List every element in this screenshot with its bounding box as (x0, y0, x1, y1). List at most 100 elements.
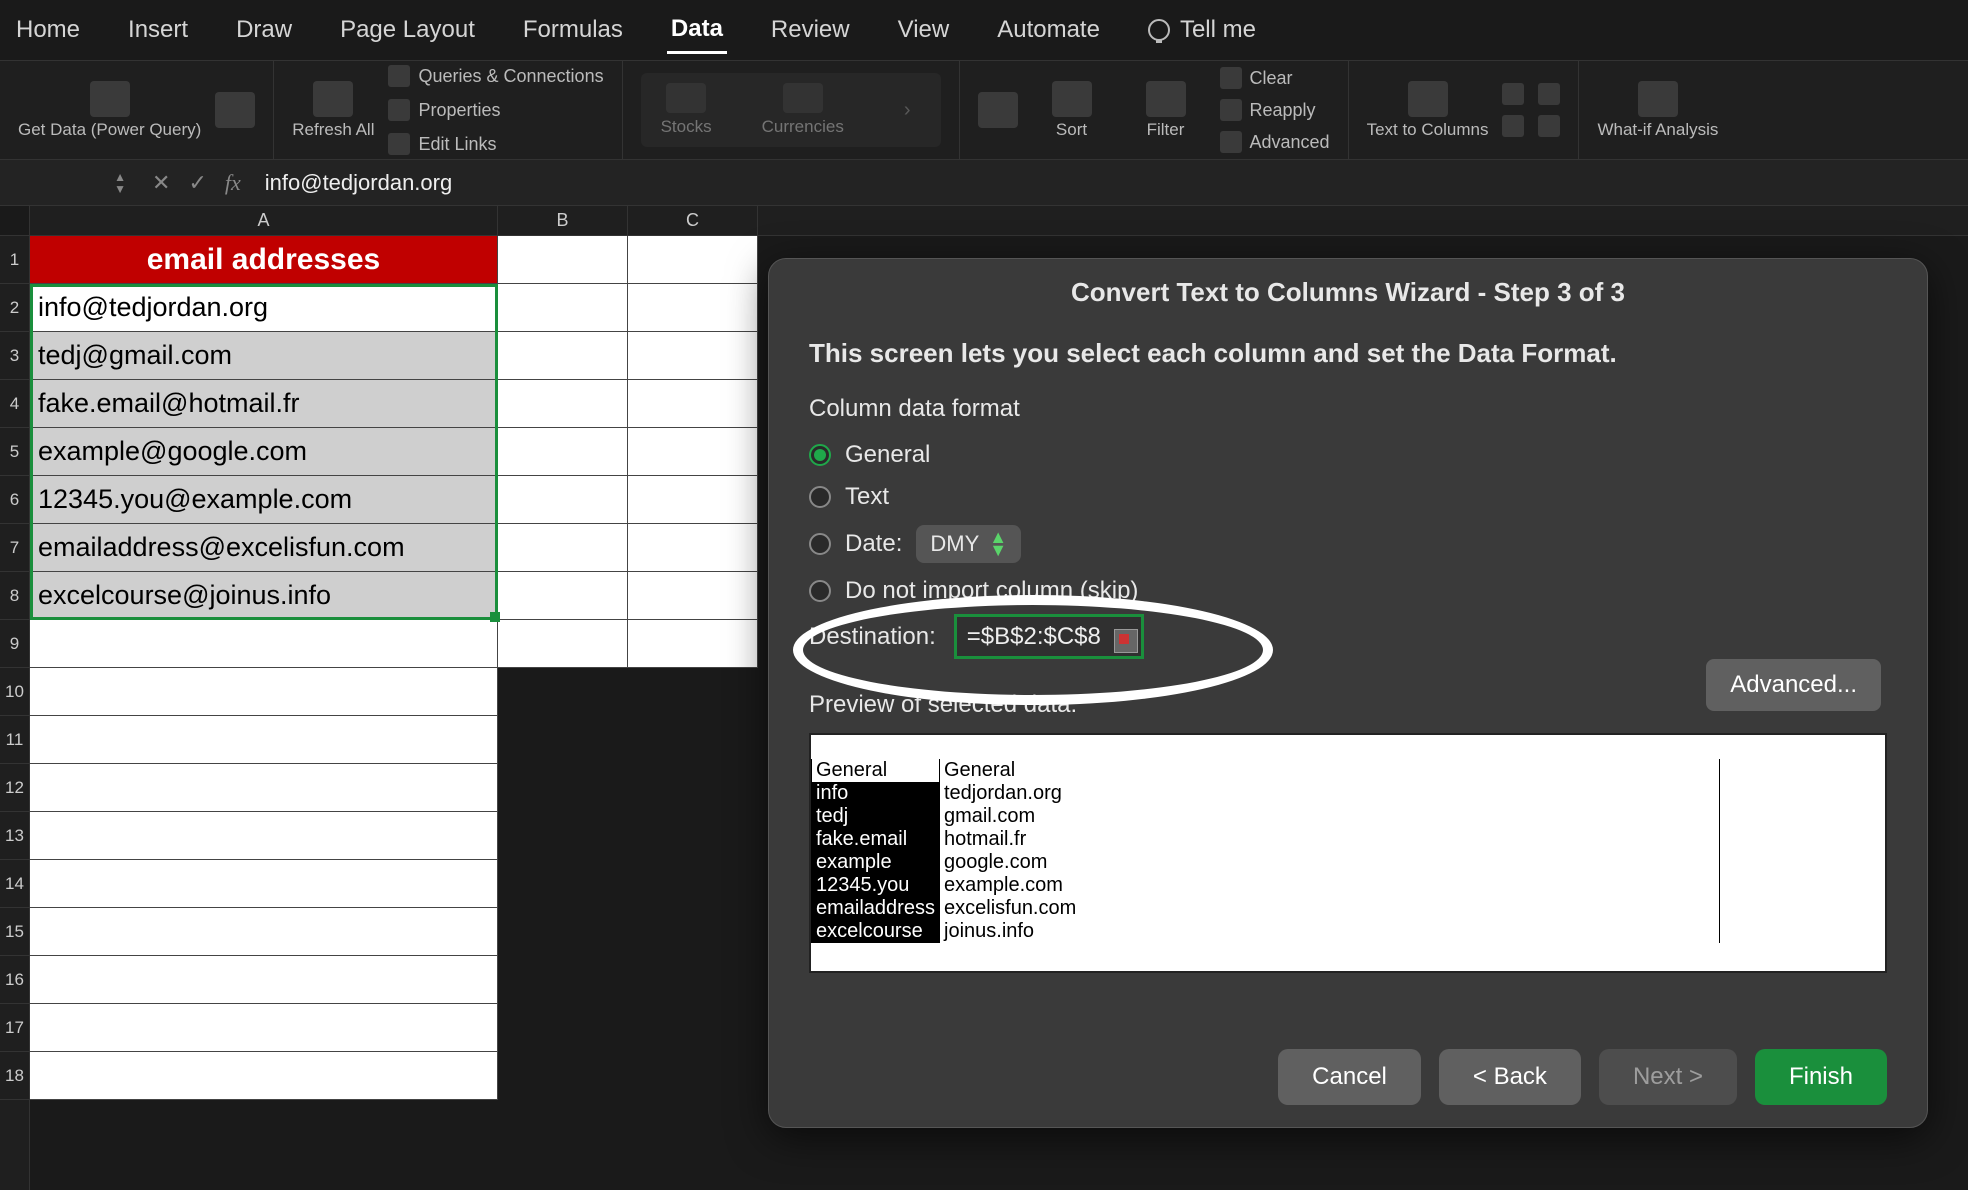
cell-a17[interactable] (30, 1004, 498, 1052)
tab-automate[interactable]: Automate (993, 8, 1104, 52)
row-header-6[interactable]: 6 (0, 476, 29, 524)
confirm-edit-icon[interactable]: ✓ (188, 170, 206, 196)
select-all-corner[interactable] (0, 206, 29, 236)
refresh-all-button[interactable]: Refresh All (292, 81, 374, 140)
cell-a10[interactable] (30, 668, 498, 716)
cell-a15[interactable] (30, 908, 498, 956)
cancel-edit-icon[interactable]: ✕ (152, 170, 170, 196)
row-header-15[interactable]: 15 (0, 908, 29, 956)
tab-page-layout[interactable]: Page Layout (336, 8, 479, 52)
fx-icon[interactable]: fx (225, 170, 241, 196)
range-picker-icon[interactable] (1114, 629, 1138, 653)
cell-a8[interactable]: excelcourse@joinus.info (30, 572, 498, 620)
cell-b1[interactable] (498, 236, 628, 284)
cell-b7[interactable] (498, 524, 628, 572)
data-validation-button[interactable] (1538, 81, 1560, 107)
tab-view[interactable]: View (894, 8, 954, 52)
cell-a16[interactable] (30, 956, 498, 1004)
row-header-18[interactable]: 18 (0, 1052, 29, 1100)
cell-b2[interactable] (498, 284, 628, 332)
cell-c7[interactable] (628, 524, 758, 572)
cell-a3[interactable]: tedj@gmail.com (30, 332, 498, 380)
cell-a11[interactable] (30, 716, 498, 764)
preview-pane[interactable]: GeneralGeneralinfotedjordan.orgtedjgmail… (809, 733, 1887, 973)
row-header-13[interactable]: 13 (0, 812, 29, 860)
radio-skip[interactable]: Do not import column (skip) (809, 577, 1887, 605)
tab-data[interactable]: Data (667, 7, 727, 54)
cell-a1[interactable]: email addresses (30, 236, 498, 284)
row-header-9[interactable]: 9 (0, 620, 29, 668)
row-header-7[interactable]: 7 (0, 524, 29, 572)
data-types-gallery[interactable]: Stocks Currencies › (641, 73, 941, 147)
consolidate-button[interactable] (1538, 113, 1560, 139)
cell-c1[interactable] (628, 236, 758, 284)
row-header-17[interactable]: 17 (0, 1004, 29, 1052)
cell-c5[interactable] (628, 428, 758, 476)
cell-a7[interactable]: emailaddress@excelisfun.com (30, 524, 498, 572)
sort-az-button[interactable] (978, 92, 1018, 128)
name-box[interactable]: ▲▼ (0, 171, 140, 195)
filter-button[interactable]: Filter (1126, 81, 1206, 140)
row-header-4[interactable]: 4 (0, 380, 29, 428)
cell-c2[interactable] (628, 284, 758, 332)
advanced-filter-button[interactable]: Advanced (1220, 129, 1330, 155)
tab-insert[interactable]: Insert (124, 8, 192, 52)
cell-a13[interactable] (30, 812, 498, 860)
col-header-b[interactable]: B (498, 206, 628, 235)
cell-b3[interactable] (498, 332, 628, 380)
queries-connections-button[interactable]: Queries & Connections (388, 63, 603, 89)
row-header-1[interactable]: 1 (0, 236, 29, 284)
what-if-button[interactable]: What-if Analysis (1597, 81, 1718, 140)
text-to-columns-button[interactable]: Text to Columns (1367, 81, 1489, 140)
cancel-button[interactable]: Cancel (1278, 1049, 1421, 1105)
date-format-select[interactable]: DMY ▲▼ (916, 525, 1021, 563)
col-header-a[interactable]: A (30, 206, 498, 235)
tab-formulas[interactable]: Formulas (519, 8, 627, 52)
reapply-button[interactable]: Reapply (1220, 97, 1330, 123)
row-header-8[interactable]: 8 (0, 572, 29, 620)
col-header-c[interactable]: C (628, 206, 758, 235)
radio-general[interactable]: General (809, 441, 1887, 469)
flash-fill-button[interactable] (1502, 81, 1524, 107)
cell-b6[interactable] (498, 476, 628, 524)
row-header-2[interactable]: 2 (0, 284, 29, 332)
tell-me[interactable]: Tell me (1144, 8, 1260, 52)
properties-button[interactable]: Properties (388, 97, 603, 123)
cell-c9[interactable] (628, 620, 758, 668)
cell-a6[interactable]: 12345.you@example.com (30, 476, 498, 524)
remove-dupes-button[interactable] (1502, 113, 1524, 139)
row-header-10[interactable]: 10 (0, 668, 29, 716)
cell-c6[interactable] (628, 476, 758, 524)
cell-a14[interactable] (30, 860, 498, 908)
cell-b4[interactable] (498, 380, 628, 428)
cell-a18[interactable] (30, 1052, 498, 1100)
get-data-button[interactable]: Get Data (Power Query) (18, 81, 201, 140)
cell-b5[interactable] (498, 428, 628, 476)
row-header-11[interactable]: 11 (0, 716, 29, 764)
cell-c3[interactable] (628, 332, 758, 380)
cell-b8[interactable] (498, 572, 628, 620)
cell-a4[interactable]: fake.email@hotmail.fr (30, 380, 498, 428)
cell-b9[interactable] (498, 620, 628, 668)
cell-a5[interactable]: example@google.com (30, 428, 498, 476)
edit-links-button[interactable]: Edit Links (388, 131, 603, 157)
cell-a9[interactable] (30, 620, 498, 668)
back-button[interactable]: < Back (1439, 1049, 1581, 1105)
row-header-14[interactable]: 14 (0, 860, 29, 908)
sort-button[interactable]: Sort (1032, 81, 1112, 140)
tab-draw[interactable]: Draw (232, 8, 296, 52)
tab-home[interactable]: Home (12, 8, 84, 52)
clear-button[interactable]: Clear (1220, 65, 1330, 91)
cell-c4[interactable] (628, 380, 758, 428)
radio-text[interactable]: Text (809, 483, 1887, 511)
row-header-3[interactable]: 3 (0, 332, 29, 380)
row-header-16[interactable]: 16 (0, 956, 29, 1004)
row-header-12[interactable]: 12 (0, 764, 29, 812)
finish-button[interactable]: Finish (1755, 1049, 1887, 1105)
advanced-button[interactable]: Advanced... (1706, 659, 1881, 711)
cell-a2[interactable]: info@tedjordan.org (30, 284, 498, 332)
cell-c8[interactable] (628, 572, 758, 620)
row-header-5[interactable]: 5 (0, 428, 29, 476)
radio-date[interactable]: Date: DMY ▲▼ (809, 525, 1887, 563)
cell-a12[interactable] (30, 764, 498, 812)
